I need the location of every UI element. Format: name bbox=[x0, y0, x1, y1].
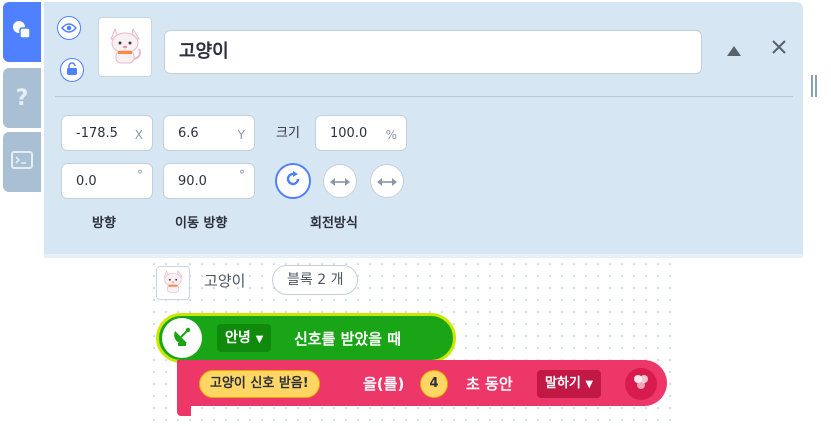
size-field[interactable]: 100.0 % bbox=[315, 115, 407, 151]
trigger-label: 신호를 받았을 때 bbox=[294, 330, 402, 348]
looks-icon bbox=[631, 372, 651, 396]
direction-value: 0.0 bbox=[76, 174, 97, 189]
move-direction-label: 이동 방향 bbox=[175, 216, 228, 231]
x-value: -178.5 bbox=[76, 126, 118, 141]
direction-field[interactable]: 0.0 ° bbox=[61, 163, 153, 199]
tab-help[interactable]: ? bbox=[3, 68, 41, 128]
move-direction-field[interactable]: 90.0 ° bbox=[163, 163, 255, 199]
signal-name: 안녕 bbox=[225, 330, 251, 346]
move-direction-unit: ° bbox=[239, 168, 245, 182]
shapes-icon bbox=[11, 19, 33, 45]
triangle-up-icon bbox=[727, 41, 741, 60]
object-thumbnail[interactable] bbox=[98, 17, 152, 77]
block-count-badge: 블록 2 개 bbox=[272, 265, 359, 295]
size-value: 100.0 bbox=[330, 126, 368, 141]
console-icon bbox=[11, 151, 33, 173]
left-tab-bar: ? bbox=[0, 0, 44, 426]
chevron-down-icon: ▼ bbox=[255, 334, 264, 345]
direction-unit: ° bbox=[137, 168, 143, 182]
rotation-horizontal-button[interactable] bbox=[323, 164, 357, 198]
seconds-input[interactable]: 4 bbox=[420, 370, 448, 398]
rotate-icon bbox=[283, 169, 303, 193]
signal-antenna-icon bbox=[169, 323, 195, 353]
trigger-icon-badge bbox=[162, 318, 202, 358]
close-button[interactable] bbox=[768, 38, 790, 60]
visibility-toggle[interactable] bbox=[57, 16, 81, 40]
size-label: 크기 bbox=[276, 126, 300, 141]
eye-icon bbox=[61, 19, 77, 38]
cat-icon bbox=[105, 23, 145, 71]
move-direction-value: 90.0 bbox=[178, 174, 207, 189]
close-icon bbox=[771, 39, 787, 59]
tab-object[interactable] bbox=[3, 2, 41, 62]
rotation-free-button[interactable] bbox=[275, 163, 311, 199]
duration-label: 초 동안 bbox=[466, 375, 513, 393]
speech-mode-dropdown[interactable]: 말하기 ▼ bbox=[537, 370, 602, 398]
panel-resize-handle[interactable] bbox=[811, 75, 817, 97]
particle-label: 을(를) bbox=[363, 375, 405, 393]
block-connector-tab bbox=[177, 400, 191, 416]
y-field[interactable]: 6.6 Y bbox=[163, 115, 255, 151]
y-unit: Y bbox=[237, 128, 245, 142]
cat-icon bbox=[160, 267, 186, 299]
x-unit: X bbox=[134, 128, 143, 142]
y-value: 6.6 bbox=[178, 126, 199, 141]
object-name-input[interactable]: 고양이 bbox=[164, 30, 702, 74]
panel-divider bbox=[55, 96, 793, 97]
speech-mode-value: 말하기 bbox=[545, 376, 581, 391]
signal-dropdown[interactable]: 안녕 ▼ bbox=[217, 324, 272, 352]
chevron-down-icon: ▼ bbox=[585, 379, 594, 390]
collapse-button[interactable] bbox=[724, 40, 744, 60]
x-field[interactable]: -178.5 X bbox=[61, 115, 153, 151]
unlock-icon bbox=[65, 61, 79, 80]
workspace-object-thumbnail bbox=[156, 266, 190, 300]
direction-label: 방향 bbox=[92, 216, 116, 231]
looks-icon-badge bbox=[625, 368, 657, 400]
help-icon: ? bbox=[15, 85, 29, 111]
rotation-mode-label: 회전방식 bbox=[310, 216, 358, 231]
size-unit: % bbox=[385, 128, 397, 142]
horizontal-arrows-icon bbox=[330, 172, 350, 191]
message-input[interactable]: 고양이 신호 받음! bbox=[199, 370, 320, 398]
horizontal-arrows-icon bbox=[377, 172, 397, 191]
tab-console[interactable] bbox=[3, 132, 41, 192]
lock-toggle[interactable] bbox=[60, 58, 84, 82]
rotation-none-button[interactable] bbox=[370, 164, 404, 198]
workspace-object-name: 고양이 bbox=[204, 272, 246, 290]
